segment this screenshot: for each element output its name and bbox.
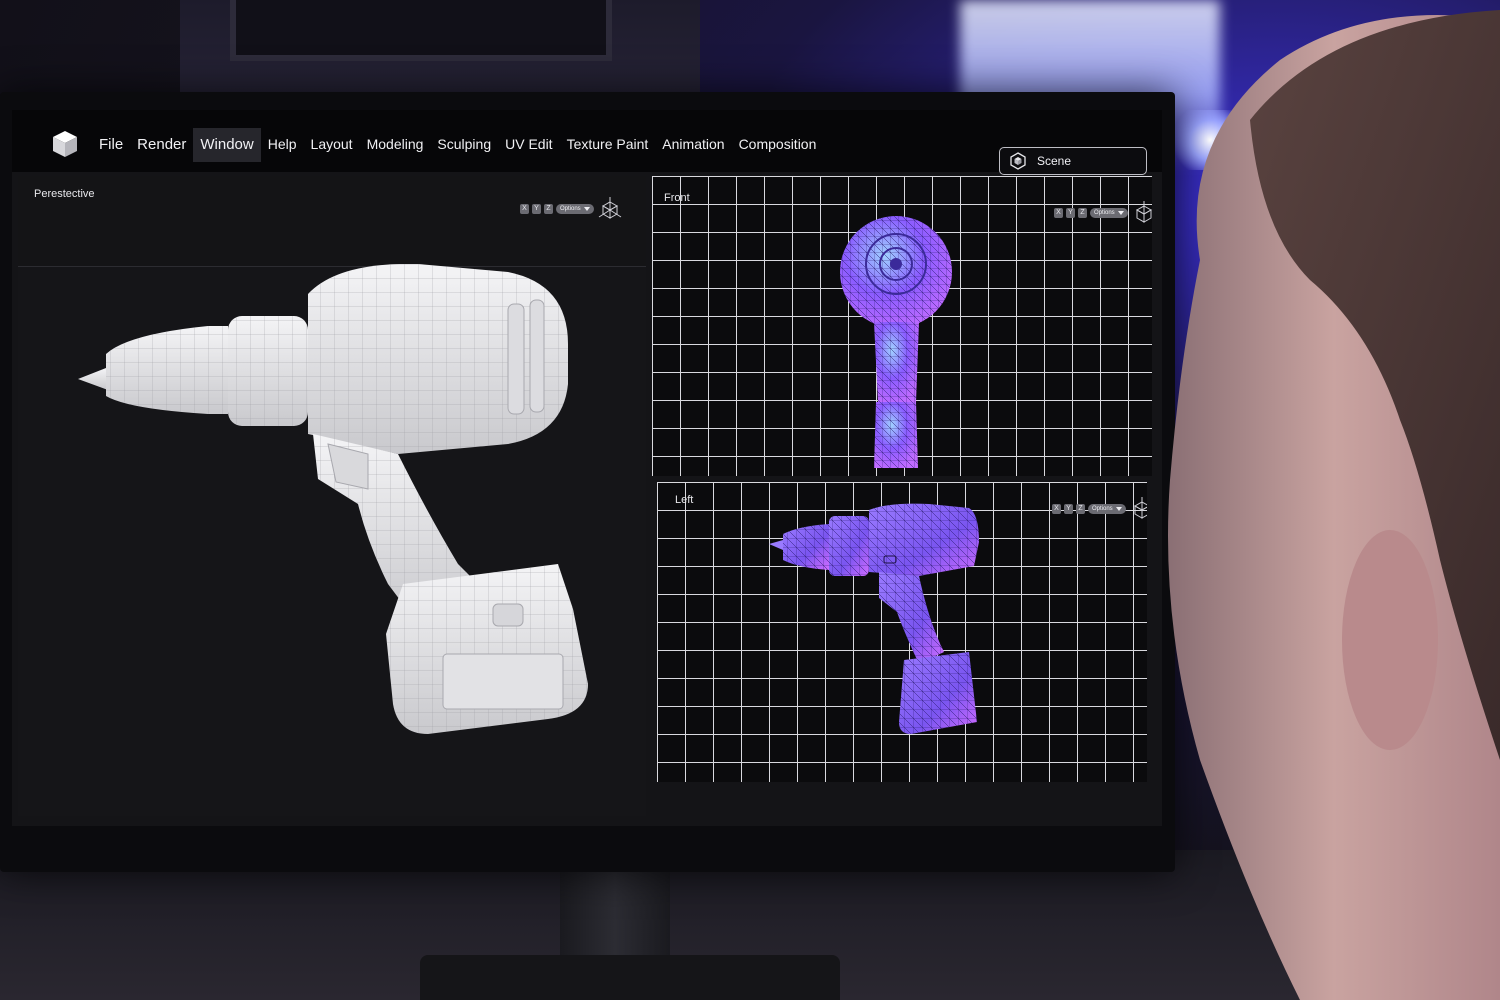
viewport-front-title: Front	[664, 192, 690, 204]
axis-x-button[interactable]: X	[1052, 504, 1061, 514]
menu-item-composition[interactable]: Composition	[732, 128, 824, 162]
background-frame	[230, 0, 612, 61]
options-label: Options	[560, 206, 581, 212]
drill-model-clay[interactable]	[68, 264, 588, 764]
menu-item-animation[interactable]: Animation	[655, 128, 731, 162]
options-dropdown[interactable]: Options	[556, 204, 594, 214]
menu-item-sculping[interactable]: Sculping	[430, 128, 498, 162]
app-window: File Render Window Help Layout Modeling Sculpi…	[12, 110, 1162, 826]
axis-z-button[interactable]: Z	[1076, 504, 1085, 514]
viewport-left-title: Left	[675, 494, 694, 506]
menu-item-uv-edit[interactable]: UV Edit	[498, 128, 559, 162]
viewport-front-tools: X Y Z Options	[1054, 200, 1152, 226]
menu-item-help[interactable]: Help	[261, 128, 304, 162]
drill-model-left-wireframe[interactable]	[769, 502, 999, 752]
cube-icon[interactable]	[50, 129, 80, 159]
menu-item-modeling[interactable]: Modeling	[360, 128, 431, 162]
viewport-perspective-tools: X Y Z Options	[520, 196, 623, 222]
axis-gizmo-icon[interactable]	[597, 196, 623, 222]
menu-bar: File Render Window Help Layout Modeling Sculpi…	[12, 110, 1162, 175]
background-shelf	[180, 0, 700, 95]
options-dropdown[interactable]: Options	[1088, 504, 1126, 514]
menu-item-render[interactable]: Render	[130, 128, 193, 162]
menu-item-file[interactable]: File	[92, 128, 130, 162]
scene-label: Scene	[1037, 154, 1072, 168]
menu-item-layout[interactable]: Layout	[304, 128, 360, 162]
options-label: Options	[1094, 210, 1115, 216]
axis-y-button[interactable]: Y	[532, 204, 541, 214]
scene-cube-icon	[1010, 152, 1026, 170]
axis-x-button[interactable]: X	[520, 204, 529, 214]
viewport-left[interactable]: Left X Y Z Options	[657, 482, 1147, 782]
menu-item-texture-paint[interactable]: Texture Paint	[560, 128, 656, 162]
options-dropdown[interactable]: Options	[1090, 208, 1128, 218]
person-foreground	[1168, 10, 1500, 1000]
chevron-down-icon	[1115, 507, 1122, 511]
axis-x-button[interactable]: X	[1054, 208, 1063, 218]
monitor-stand-base	[420, 955, 840, 1000]
monitor: File Render Window Help Layout Modeling Sculpi…	[0, 92, 1175, 872]
chevron-down-icon	[583, 207, 590, 211]
menu-items: File Render Window Help Layout Modeling Sculpi…	[92, 128, 823, 162]
scene-selector[interactable]: Scene	[999, 147, 1147, 175]
viewport-perspective[interactable]: Perestective X Y Z Options	[18, 176, 646, 816]
axis-y-button[interactable]: Y	[1064, 504, 1073, 514]
drill-model-front-wireframe[interactable]	[834, 212, 964, 468]
menu-item-window[interactable]: Window	[193, 128, 261, 162]
chevron-down-icon	[1117, 211, 1124, 215]
axis-y-button[interactable]: Y	[1066, 208, 1075, 218]
viewport-front[interactable]: Front X Y Z Options	[652, 176, 1152, 476]
axis-z-button[interactable]: Z	[1078, 208, 1087, 218]
viewport-perspective-title: Perestective	[34, 188, 95, 200]
viewport-left-tools: X Y Z Options	[1052, 496, 1147, 522]
options-label: Options	[1092, 506, 1113, 512]
axis-z-button[interactable]: Z	[544, 204, 553, 214]
